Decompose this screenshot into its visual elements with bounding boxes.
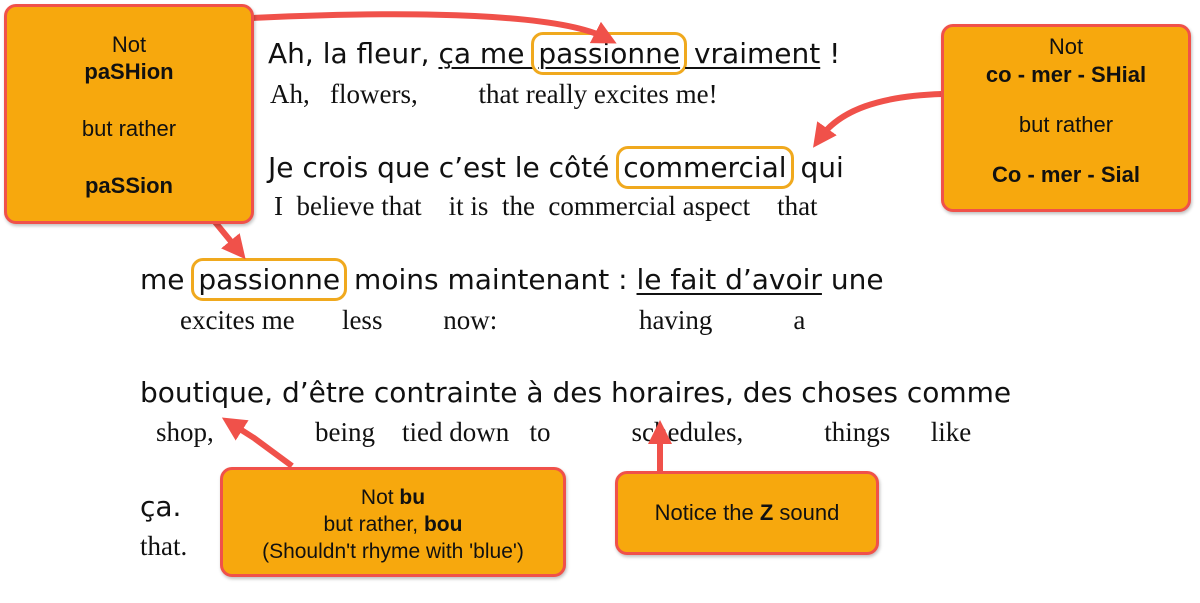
note-wrong-pronunciation: bu [399,486,426,509]
french-text: moins maintenant : [345,263,637,296]
english-line-1: Ah, flowers, that really excites me! [270,79,718,109]
underlined-text: vraiment [685,37,821,70]
note-correct-pronunciation: Co - mer - Sial [992,162,1140,187]
note-correct-pronunciation: paSSion [84,173,173,198]
french-line-1: Ah, la fleur, ça me passionne vraiment ! [268,32,841,75]
underlined-phrase: ça me passionne vraiment [438,32,821,75]
arrow-passion-to-passionne-2 [212,220,246,260]
english-line-5: that. [140,531,188,561]
french-text: me [140,263,194,296]
note-wrong-pronunciation: paSHion [84,59,174,84]
note-text: but rather [81,116,177,141]
note-text: Notice the [654,500,760,525]
note-text: (Shouldn't rhyme with 'blue') [262,540,524,563]
underlined-text: ça me [438,37,534,70]
french-text: Je crois que c’est le côté [268,151,619,184]
note-passion-pronunciation: Not paSHion but rather paSSion [4,4,254,224]
note-boutique-pronunciation: Not bu but rather, bou (Shouldn't rhyme … [220,467,566,577]
note-line: but rather, bou [223,511,563,538]
note-correct-pronunciation: bou [423,513,463,536]
french-line-3: me passionne moins maintenant : le fait … [140,258,884,301]
french-text: ! [820,37,841,70]
note-text: but rather [1018,112,1114,137]
french-line-2: Je crois que c’est le côté commercial qu… [268,146,844,189]
note-text: Not [360,486,400,509]
french-text: une [821,263,884,296]
note-line: Not bu [223,484,563,511]
highlighted-word-passionne: passionne [531,32,688,75]
note-wrong-pronunciation: co - mer - SHial [985,62,1147,87]
english-line-3: excites me less now: having a [180,305,806,335]
english-line-4: shop, being tied down to schedules, thin… [156,417,972,447]
arrow-commercial-note [813,91,943,148]
note-emphasis: Z [759,500,774,525]
note-commercial-pronunciation: Not co - mer - SHial but rather Co - mer… [941,24,1191,212]
english-line-2: I believe that it is the commercial aspe… [274,191,818,221]
note-text: Not [1048,34,1084,59]
highlighted-word-passionne-2: passionne [191,258,348,301]
french-line-4: boutique, d’être contrainte à des horair… [140,376,1012,409]
note-text: sound [773,500,840,525]
french-text: qui [791,151,844,184]
french-text: Ah, la fleur, [268,37,439,70]
note-text: Not [111,32,147,57]
french-line-5: ça. [140,490,182,523]
note-z-sound: Notice the Z sound [615,471,879,555]
note-text: but rather, [323,513,424,536]
underlined-phrase: le fait d’avoir [636,263,822,296]
highlighted-word-commercial: commercial [616,146,794,189]
